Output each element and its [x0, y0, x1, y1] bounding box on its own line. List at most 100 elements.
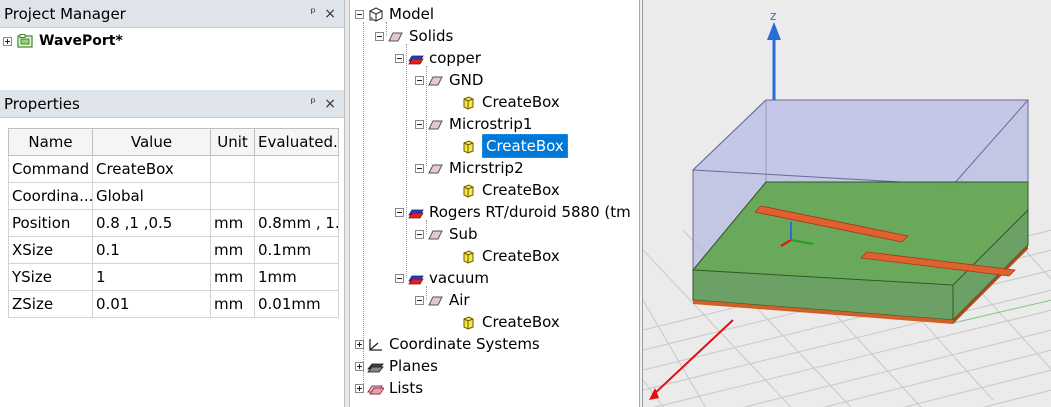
project-name: WavePort*	[39, 33, 123, 49]
properties-grid: Name Value Unit Evaluated.. Command Crea…	[8, 128, 339, 318]
collapse-icon[interactable]	[415, 119, 424, 129]
pin-icon[interactable]: ᵖ	[310, 0, 316, 28]
expand-icon[interactable]	[3, 36, 12, 46]
collapse-icon[interactable]	[395, 207, 404, 217]
property-unit: mm	[210, 236, 255, 264]
expand-icon[interactable]	[355, 383, 364, 393]
solid-icon	[428, 296, 443, 305]
expand-icon[interactable]	[355, 361, 364, 371]
3d-scene[interactable]: z	[643, 0, 1051, 407]
table-row[interactable]: Position 0.8 ,1 ,0.5 mm 0.8mm , 1..	[8, 209, 339, 237]
collapse-icon[interactable]	[395, 273, 404, 283]
tree-item-createbox[interactable]: CreateBox	[460, 311, 560, 333]
table-row[interactable]: ZSize 0.01 mm 0.01mm	[8, 290, 339, 318]
tree-item-micrstrip2[interactable]: Micrstrip2	[415, 157, 524, 179]
tree-item-microstrip1[interactable]: Microstrip1	[415, 113, 532, 135]
tree-item-copper[interactable]: copper	[395, 47, 481, 69]
createbox-icon	[463, 315, 474, 330]
tree-item-vacuum[interactable]: vacuum	[395, 267, 489, 289]
tree-label: Micrstrip2	[449, 159, 524, 177]
z-axis-label: z	[770, 9, 776, 23]
expand-icon[interactable]	[355, 339, 364, 349]
tree-label: CreateBox	[482, 93, 560, 111]
property-value[interactable]: 0.8 ,1 ,0.5	[92, 209, 211, 237]
createbox-icon	[463, 249, 474, 264]
project-manager-panel: WavePort*	[0, 28, 344, 90]
solid-icon	[428, 76, 443, 85]
property-value[interactable]: CreateBox	[92, 155, 211, 183]
tree-label: vacuum	[429, 269, 489, 287]
tree-label: Lists	[389, 379, 424, 397]
property-value[interactable]: 0.1	[92, 236, 211, 264]
solid-icon	[428, 120, 443, 129]
table-row[interactable]: XSize 0.1 mm 0.1mm	[8, 236, 339, 264]
material-icon	[408, 209, 424, 218]
property-value[interactable]: 1	[92, 263, 211, 291]
property-unit	[210, 155, 255, 183]
3d-viewport[interactable]: z	[642, 0, 1051, 407]
tree-item-gnd[interactable]: GND	[415, 69, 483, 91]
createbox-icon	[463, 95, 474, 110]
property-unit: mm	[210, 290, 255, 318]
table-row[interactable]: YSize 1 mm 1mm	[8, 263, 339, 291]
table-row[interactable]: Command CreateBox	[8, 155, 339, 183]
property-unit: mm	[210, 209, 255, 237]
material-icon	[408, 55, 424, 64]
properties-header: Properties ᵖ ×	[0, 90, 344, 118]
tree-label: Sub	[449, 225, 478, 243]
column-header-value[interactable]: Value	[92, 128, 211, 156]
tree-item-solids[interactable]: Solids	[375, 25, 453, 47]
tree-item-sub[interactable]: Sub	[415, 223, 478, 245]
tree-item-createbox[interactable]: CreateBox	[460, 91, 560, 113]
solid-icon	[428, 230, 443, 239]
material-icon	[408, 275, 424, 284]
property-evaluated	[254, 182, 339, 210]
tree-item-createbox[interactable]: CreateBox	[460, 245, 560, 267]
column-header-unit[interactable]: Unit	[210, 128, 255, 156]
property-evaluated	[254, 155, 339, 183]
coordinate-system-icon	[369, 338, 382, 351]
property-value[interactable]: 0.01	[92, 290, 211, 318]
close-icon[interactable]: ×	[324, 90, 336, 118]
collapse-icon[interactable]	[415, 229, 424, 239]
collapse-icon[interactable]	[415, 163, 424, 173]
planes-icon	[367, 363, 384, 372]
tree-label: Coordinate Systems	[389, 335, 540, 353]
tree-label: CreateBox	[482, 181, 560, 199]
column-header-evaluated[interactable]: Evaluated..	[254, 128, 339, 156]
tree-label: CreateBox	[482, 313, 560, 331]
model-icon	[369, 6, 383, 22]
tree-item-model[interactable]: Model	[355, 3, 434, 25]
tree-item-createbox-selected[interactable]: CreateBox	[460, 134, 568, 158]
collapse-icon[interactable]	[355, 9, 364, 19]
tree-item-air[interactable]: Air	[415, 289, 470, 311]
collapse-icon[interactable]	[395, 53, 404, 63]
tree-item-planes[interactable]: Planes	[355, 355, 438, 377]
tree-label: CreateBox	[482, 247, 560, 265]
close-icon[interactable]: ×	[324, 0, 336, 28]
tree-item-lists[interactable]: Lists	[355, 377, 423, 399]
table-row[interactable]: Coordina... Global	[8, 182, 339, 210]
properties-panel: Name Value Unit Evaluated.. Command Crea…	[0, 118, 344, 407]
collapse-icon[interactable]	[375, 31, 384, 41]
tree-item-rogers[interactable]: Rogers RT/duroid 5880 (tm	[395, 201, 631, 223]
tree-label-selected: CreateBox	[482, 134, 568, 158]
tree-item-createbox[interactable]: CreateBox	[460, 179, 560, 201]
property-unit	[210, 182, 255, 210]
property-name: Coordina...	[8, 182, 93, 210]
tree-label: Solids	[409, 27, 454, 45]
pin-icon[interactable]: ᵖ	[310, 90, 316, 118]
collapse-icon[interactable]	[415, 295, 424, 305]
property-value[interactable]: Global	[92, 182, 211, 210]
createbox-icon	[463, 183, 474, 198]
tree-label: Air	[449, 291, 470, 309]
tree-item-coordinate-systems[interactable]: Coordinate Systems	[355, 333, 540, 355]
property-evaluated: 1mm	[254, 263, 339, 291]
properties-title: Properties	[4, 95, 80, 113]
tree-label: Model	[389, 5, 435, 23]
project-item-waveport[interactable]: WavePort*	[3, 32, 123, 50]
solid-icon	[428, 164, 443, 173]
collapse-icon[interactable]	[415, 75, 424, 85]
tree-label: Planes	[389, 357, 438, 375]
column-header-name[interactable]: Name	[8, 128, 93, 156]
